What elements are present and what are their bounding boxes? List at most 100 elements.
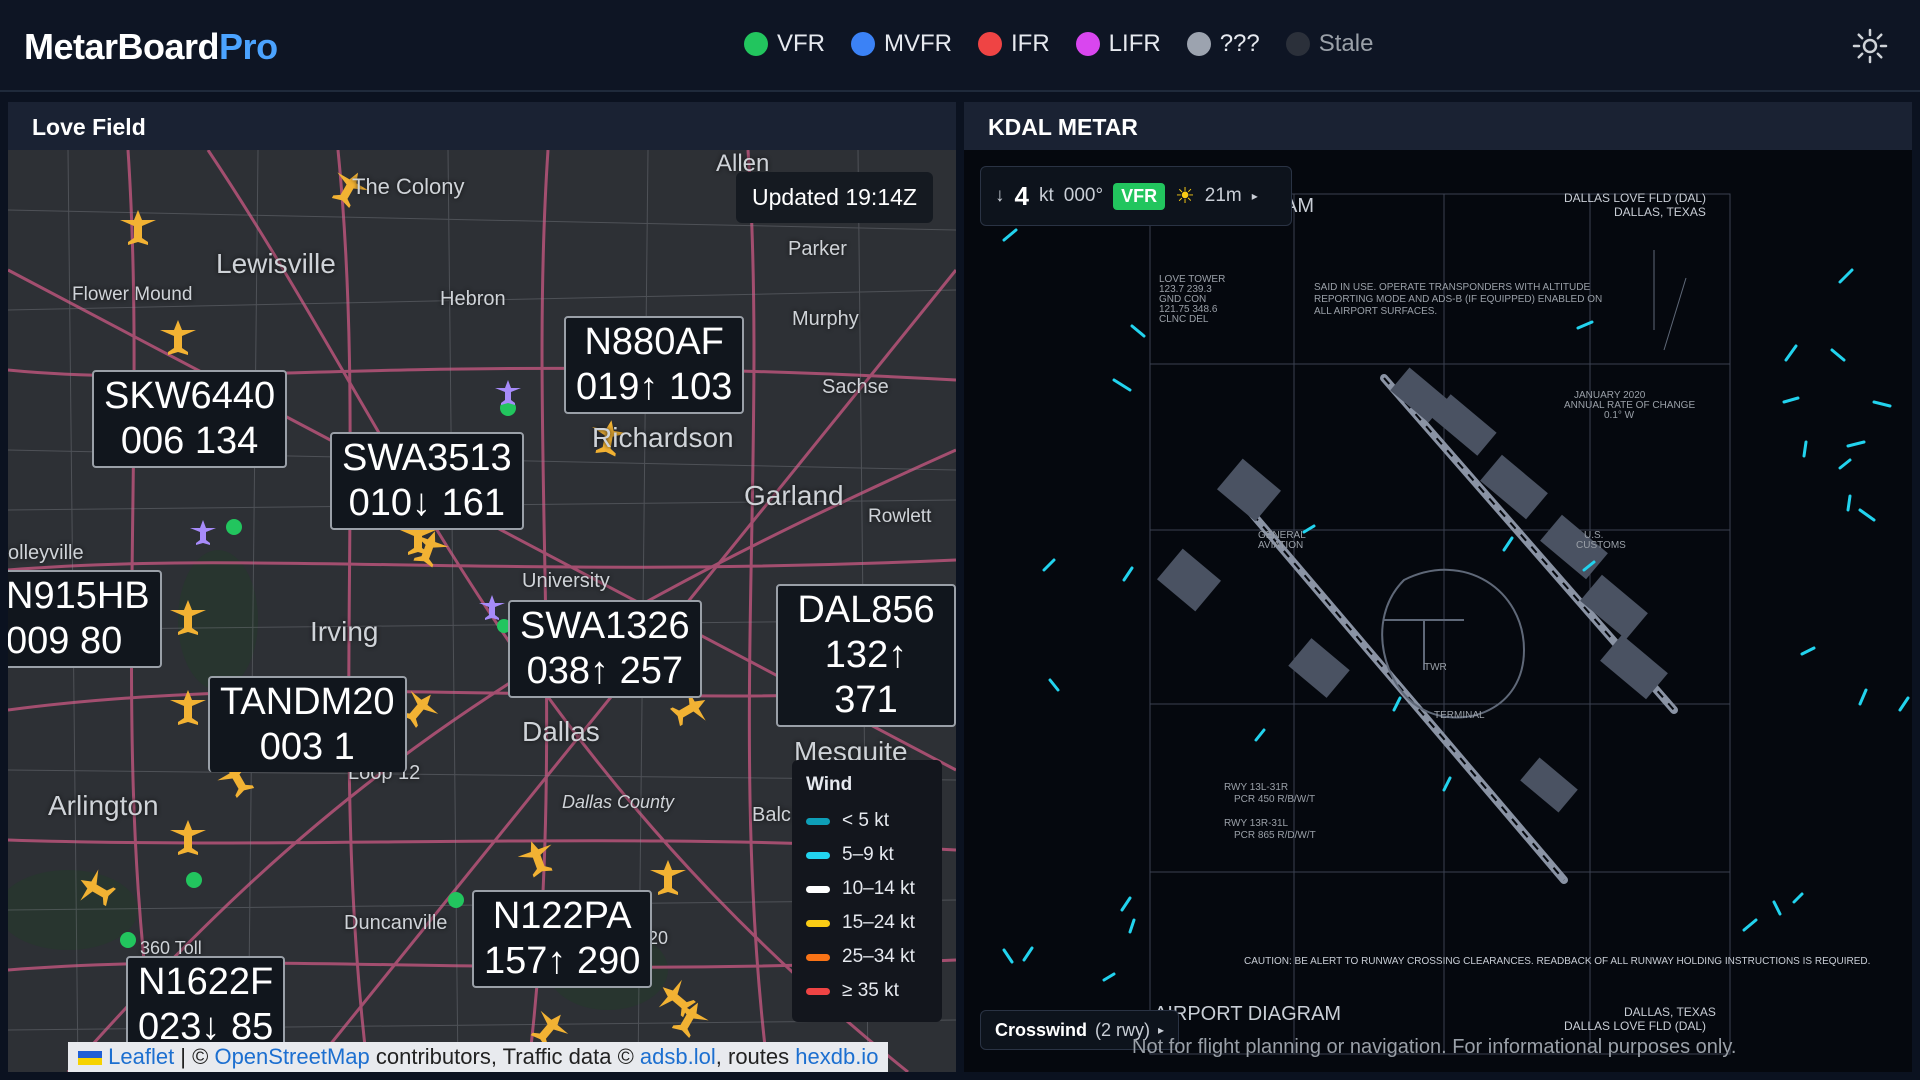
metar-age: 21m bbox=[1204, 185, 1242, 206]
legend-label: Stale bbox=[1318, 30, 1374, 57]
flight-label[interactable]: N880AF 019↑ 103 bbox=[564, 316, 745, 414]
sun-icon: ☀ bbox=[1175, 183, 1195, 208]
flight-label[interactable]: N915HB 009 80 bbox=[8, 570, 162, 668]
flight-callsign: SKW6440 bbox=[104, 375, 276, 417]
svg-text:CLNC DEL: CLNC DEL bbox=[1159, 314, 1209, 325]
town-label: Murphy bbox=[792, 308, 859, 330]
town-label: The Colony bbox=[352, 174, 465, 199]
diagram-caution: CAUTION: BE ALERT TO RUNWAY CROSSING CLE… bbox=[1244, 956, 1870, 967]
town-label: Flower Mound bbox=[72, 284, 193, 305]
stale-dot-icon bbox=[1285, 32, 1310, 56]
legend-label: ??? bbox=[1219, 30, 1260, 57]
svg-text:SAID IN USE. OPERATE TRANSPOND: SAID IN USE. OPERATE TRANSPONDERS WITH A… bbox=[1314, 282, 1590, 293]
flight-callsign: N122PA bbox=[492, 895, 632, 937]
svg-text:CUSTOMS: CUSTOMS bbox=[1576, 540, 1626, 551]
ukraine-flag-icon bbox=[78, 1051, 102, 1066]
flight-label[interactable]: SKW6440 006 134 bbox=[92, 370, 288, 468]
wind-range-label: 25–34 kt bbox=[842, 946, 915, 967]
town-label: Parker bbox=[788, 238, 847, 260]
svg-text:AVIATION: AVIATION bbox=[1258, 540, 1303, 551]
town-label: Dallas County bbox=[562, 792, 675, 812]
brand-accent: Pro bbox=[219, 26, 278, 67]
wind-range-label: 5–9 kt bbox=[842, 844, 894, 865]
wind-legend-title: Wind bbox=[806, 774, 853, 795]
flight-callsign: DAL856 bbox=[797, 589, 935, 631]
svg-text:TWR: TWR bbox=[1424, 662, 1447, 673]
wind-legend-row: 25–34 kt bbox=[806, 940, 928, 974]
svg-text:PCR 865 R/D/W/T: PCR 865 R/D/W/T bbox=[1234, 830, 1316, 841]
town-label: Sachse bbox=[822, 376, 889, 398]
flight-details: 038↑ 257 bbox=[526, 650, 684, 692]
love-field-panel: Love Field The Colony Allen Lewisville F… bbox=[8, 102, 956, 1072]
wind-unit: kt bbox=[1038, 185, 1054, 206]
flight-details: 010↓ 161 bbox=[348, 482, 506, 524]
mvfr-dot-icon bbox=[851, 32, 875, 56]
flight-callsign: N1622F bbox=[138, 961, 274, 1003]
diagram-city: DALLAS, TEXAS bbox=[1614, 205, 1706, 219]
wind-legend: Wind < 5 kt 5–9 kt 10–14 kt 15–24 kt 25–… bbox=[792, 760, 942, 1022]
legend-ifr: IFR bbox=[978, 30, 1050, 58]
metar-summary[interactable]: ↓ 4 kt 000° VFR ☀ 21m ▸ bbox=[980, 166, 1292, 226]
town-label: Irving bbox=[310, 616, 379, 647]
updated-timestamp: Updated 19:14Z bbox=[736, 172, 933, 223]
flight-label[interactable]: DAL856 132↑ 371 bbox=[776, 584, 956, 727]
flight-callsign: SWA3513 bbox=[342, 437, 512, 479]
town-label: Richardson bbox=[592, 422, 734, 453]
flight-label[interactable]: TANDM20 003 1 bbox=[208, 676, 407, 772]
wind-barbs bbox=[1002, 228, 1910, 982]
flight-callsign: N915HB bbox=[8, 575, 150, 617]
wind-legend-row: ≥ 35 kt bbox=[806, 974, 928, 1008]
legend-label: VFR bbox=[777, 30, 825, 57]
vfr-dot-icon bbox=[744, 32, 768, 56]
wind-swatch bbox=[806, 919, 830, 927]
wind-range-label: < 5 kt bbox=[842, 810, 889, 831]
wind-range-label: 10–14 kt bbox=[842, 878, 915, 899]
chevron-right-icon: ▸ bbox=[1251, 189, 1258, 203]
airport-diagram-drawing: SAID IN USE. OPERATE TRANSPONDERS WITH A… bbox=[1002, 191, 1910, 1055]
panel-title: KDAL METAR bbox=[964, 102, 1912, 150]
town-label: Rowlett bbox=[868, 506, 932, 527]
flight-details: 132↑ 371 bbox=[824, 634, 908, 721]
legend-stale: Stale bbox=[1285, 30, 1374, 58]
wind-swatch bbox=[806, 953, 830, 961]
flight-label[interactable]: SWA1326 038↑ 257 bbox=[508, 600, 702, 698]
svg-text:REPORTING MODE AND ADS-B (IF E: REPORTING MODE AND ADS-B (IF EQUIPPED) E… bbox=[1314, 294, 1602, 305]
flight-details: 009 80 bbox=[8, 620, 123, 662]
wind-legend-row: 5–9 kt bbox=[806, 838, 928, 872]
wind-speed: 4 bbox=[1014, 180, 1029, 211]
wind-direction: 000° bbox=[1063, 185, 1104, 206]
attribution-text: | © bbox=[174, 1044, 215, 1069]
leaflet-link[interactable]: Leaflet bbox=[108, 1044, 174, 1069]
hexdb-link[interactable]: hexdb.io bbox=[795, 1044, 878, 1069]
wind-range-label: ≥ 35 kt bbox=[842, 980, 899, 1001]
town-label: Duncanville bbox=[344, 912, 448, 934]
osm-link[interactable]: OpenStreetMap bbox=[214, 1044, 369, 1069]
gear-icon[interactable] bbox=[1850, 26, 1890, 66]
flight-label[interactable]: SWA3513 010↓ 161 bbox=[330, 432, 524, 530]
wind-swatch bbox=[806, 817, 830, 825]
adsb-link[interactable]: adsb.lol bbox=[640, 1044, 716, 1069]
top-bar: MetarBoardPro VFR MVFR IFR LIFR ??? Stal… bbox=[0, 0, 1920, 92]
flight-category-legend: VFR MVFR IFR LIFR ??? Stale bbox=[744, 30, 1373, 58]
town-label: Balc bbox=[752, 804, 791, 826]
legend-vfr: VFR bbox=[744, 30, 825, 58]
town-label: olleyville bbox=[8, 542, 84, 564]
map-attribution: Leaflet | © OpenStreetMap contributors, … bbox=[68, 1042, 889, 1072]
wind-arrow-icon: ↓ bbox=[995, 185, 1005, 206]
svg-text:0.1° W: 0.1° W bbox=[1604, 410, 1635, 421]
crosswind-label: Crosswind bbox=[995, 1019, 1088, 1040]
diagram-title-bottom: AIRPORT DIAGRAM bbox=[1154, 1003, 1341, 1025]
panel-title: Love Field bbox=[8, 102, 956, 150]
legend-lifr: LIFR bbox=[1075, 30, 1161, 58]
traffic-map[interactable]: The Colony Allen Lewisville Flower Mound… bbox=[8, 150, 956, 1072]
wind-swatch bbox=[806, 851, 830, 859]
metar-panel: KDAL METAR SAID IN USE. OPERATE TRANSPON… bbox=[964, 102, 1912, 1072]
flight-label[interactable]: N122PA 157↑ 290 bbox=[472, 890, 653, 988]
attribution-text: contributors, Traffic data © bbox=[369, 1044, 640, 1069]
flight-callsign: N880AF bbox=[584, 321, 724, 363]
ifr-dot-icon bbox=[978, 32, 1002, 56]
town-label: Arlington bbox=[48, 790, 159, 821]
legend-label: IFR bbox=[1011, 30, 1050, 57]
app-brand[interactable]: MetarBoardPro bbox=[24, 26, 278, 68]
disclaimer-text: Not for flight planning or navigation. F… bbox=[1132, 1036, 1737, 1058]
